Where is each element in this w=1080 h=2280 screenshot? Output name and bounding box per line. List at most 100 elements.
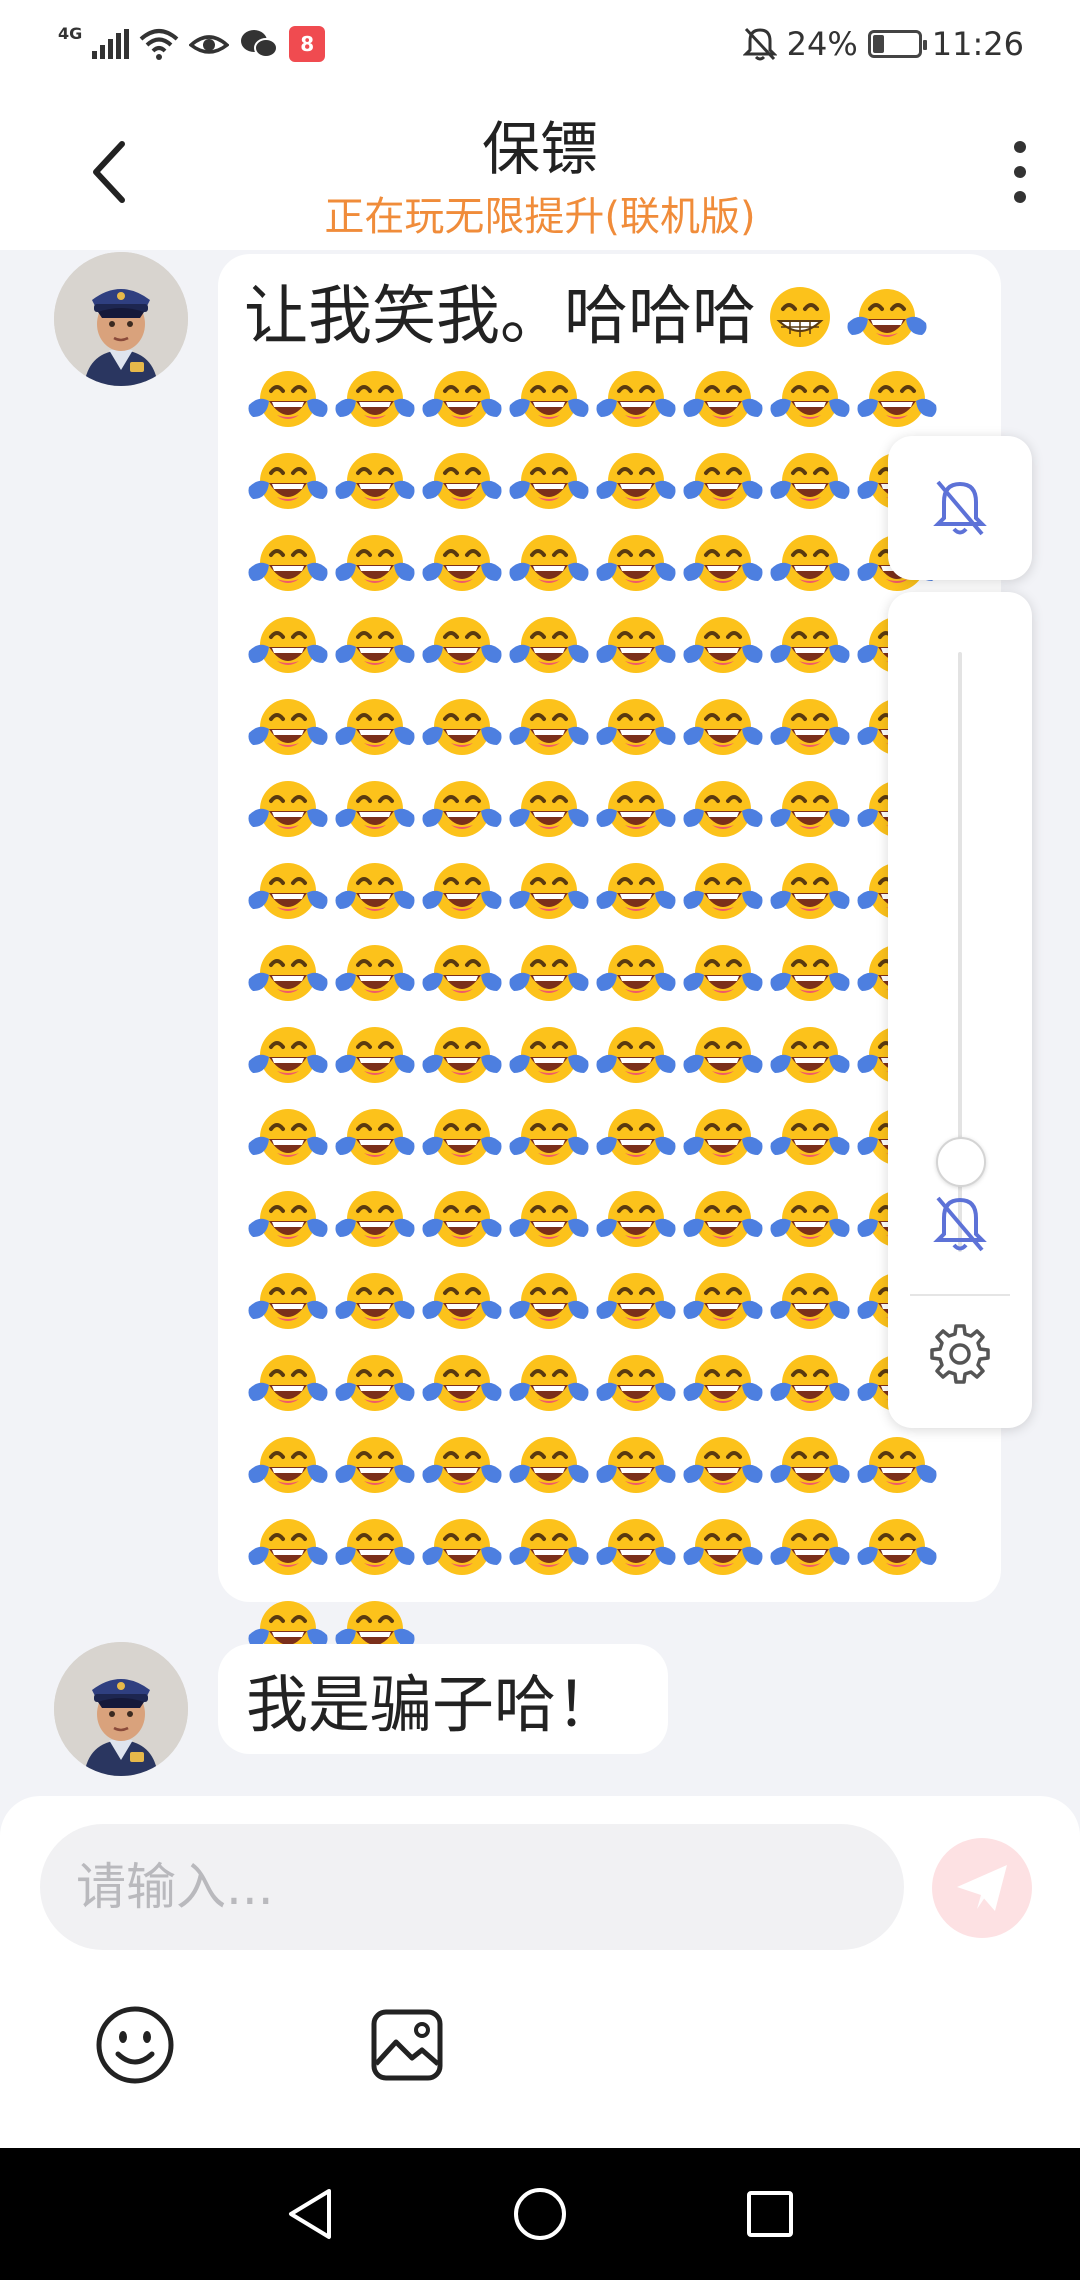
laughing-emoji <box>244 522 331 604</box>
laughing-emoji <box>244 1096 331 1178</box>
image-icon <box>371 2009 443 2081</box>
laughing-emoji <box>766 1424 853 1506</box>
laughing-emoji <box>244 1178 331 1260</box>
laughing-emoji <box>331 522 418 604</box>
laughing-emoji <box>592 358 679 440</box>
laughing-emoji <box>505 686 592 768</box>
image-picker-button[interactable] <box>366 2004 448 2086</box>
laughing-emoji <box>766 1014 853 1096</box>
gear-icon[interactable] <box>928 1322 992 1386</box>
laughing-emoji <box>505 440 592 522</box>
volume-slider-thumb[interactable] <box>936 1137 986 1187</box>
emoji-picker-button[interactable] <box>94 2004 176 2086</box>
avatar[interactable] <box>54 1642 188 1776</box>
network-type-label: 4G <box>58 24 83 43</box>
laughing-emoji <box>505 850 592 932</box>
laughing-emoji <box>331 1342 418 1424</box>
laughing-emoji <box>592 1260 679 1342</box>
signal-icon <box>92 29 130 59</box>
laughing-emoji <box>592 686 679 768</box>
mute-toggle-button[interactable] <box>888 436 1032 580</box>
laughing-emoji <box>679 850 766 932</box>
laughing-emoji <box>418 1260 505 1342</box>
nav-recents-button[interactable] <box>740 2184 800 2244</box>
laughing-emoji <box>331 1506 418 1588</box>
laughing-emoji <box>418 1096 505 1178</box>
message-first-line: 让我笑我。哈哈哈 <box>244 276 979 358</box>
laughing-emoji <box>853 358 940 440</box>
laughing-emoji <box>505 1260 592 1342</box>
chat-header: 保镖 正在玩无限提升(联机版) <box>0 92 1080 250</box>
laughing-emoji <box>418 1506 505 1588</box>
laughing-emoji <box>418 1014 505 1096</box>
message-content: 让我笑我。哈哈哈 <box>244 276 979 1670</box>
laughing-emoji <box>244 1506 331 1588</box>
laughing-emoji <box>244 1424 331 1506</box>
battery-percent: 24% <box>786 25 858 63</box>
emoji-grid <box>244 358 944 1670</box>
wifi-icon <box>139 29 179 60</box>
laughing-emoji <box>592 932 679 1014</box>
message-bubble[interactable]: 让我笑我。哈哈哈 <box>218 254 1001 1602</box>
laughing-emoji <box>418 932 505 1014</box>
laughing-emoji <box>679 1342 766 1424</box>
laughing-emoji <box>766 932 853 1014</box>
send-icon <box>957 1865 1007 1911</box>
laughing-emoji <box>679 768 766 850</box>
laughing-emoji <box>331 1178 418 1260</box>
dot-icon <box>1014 141 1026 153</box>
laughing-emoji <box>244 768 331 850</box>
laughing-emoji <box>244 1014 331 1096</box>
laughing-emoji <box>505 1424 592 1506</box>
laughing-emoji <box>244 440 331 522</box>
app-notification-icon: 8 <box>289 26 326 62</box>
laughing-emoji <box>505 768 592 850</box>
avatar-image <box>54 1642 188 1776</box>
laughing-emoji <box>331 686 418 768</box>
battery-icon <box>867 30 927 58</box>
eye-icon <box>189 35 230 54</box>
laughing-emoji <box>592 440 679 522</box>
divider <box>910 1294 1010 1296</box>
laughing-emoji <box>505 1342 592 1424</box>
laughing-emoji <box>244 358 331 440</box>
laughing-emoji <box>592 1178 679 1260</box>
laughing-emoji <box>766 768 853 850</box>
laughing-emoji <box>766 440 853 522</box>
laughing-emoji <box>331 768 418 850</box>
avatar-image <box>54 252 188 386</box>
laughing-emoji <box>679 604 766 686</box>
laughing-emoji <box>766 1342 853 1424</box>
laughing-emoji <box>331 358 418 440</box>
laughing-emoji <box>418 1424 505 1506</box>
laughing-emoji <box>244 1260 331 1342</box>
laughing-emoji <box>418 768 505 850</box>
dot-icon <box>1014 166 1026 178</box>
message-text: 让我笑我。哈哈哈 <box>244 280 756 354</box>
grinning-face-emoji <box>756 276 843 358</box>
volume-panel <box>888 592 1032 1428</box>
laughing-emoji <box>592 1014 679 1096</box>
laughing-emoji <box>766 358 853 440</box>
message-bubble[interactable]: 我是骗子哈！ <box>218 1644 669 1754</box>
laughing-emoji <box>505 932 592 1014</box>
avatar[interactable] <box>54 252 188 386</box>
bell-muted-icon <box>933 480 987 536</box>
more-options-button[interactable] <box>990 132 1050 212</box>
message-input[interactable] <box>40 1824 904 1950</box>
laughing-emoji <box>592 522 679 604</box>
send-button[interactable] <box>932 1838 1032 1938</box>
laughing-emoji <box>843 276 930 358</box>
laughing-emoji <box>853 1506 940 1588</box>
laughing-emoji <box>592 1096 679 1178</box>
bell-muted-icon[interactable] <box>932 1192 988 1256</box>
nav-home-button[interactable] <box>510 2184 570 2244</box>
laughing-emoji <box>505 1178 592 1260</box>
laughing-emoji <box>331 604 418 686</box>
laughing-emoji <box>418 604 505 686</box>
laughing-emoji <box>331 1096 418 1178</box>
nav-back-button[interactable] <box>280 2184 340 2244</box>
laughing-emoji <box>418 358 505 440</box>
laughing-emoji <box>505 604 592 686</box>
laughing-emoji <box>679 522 766 604</box>
